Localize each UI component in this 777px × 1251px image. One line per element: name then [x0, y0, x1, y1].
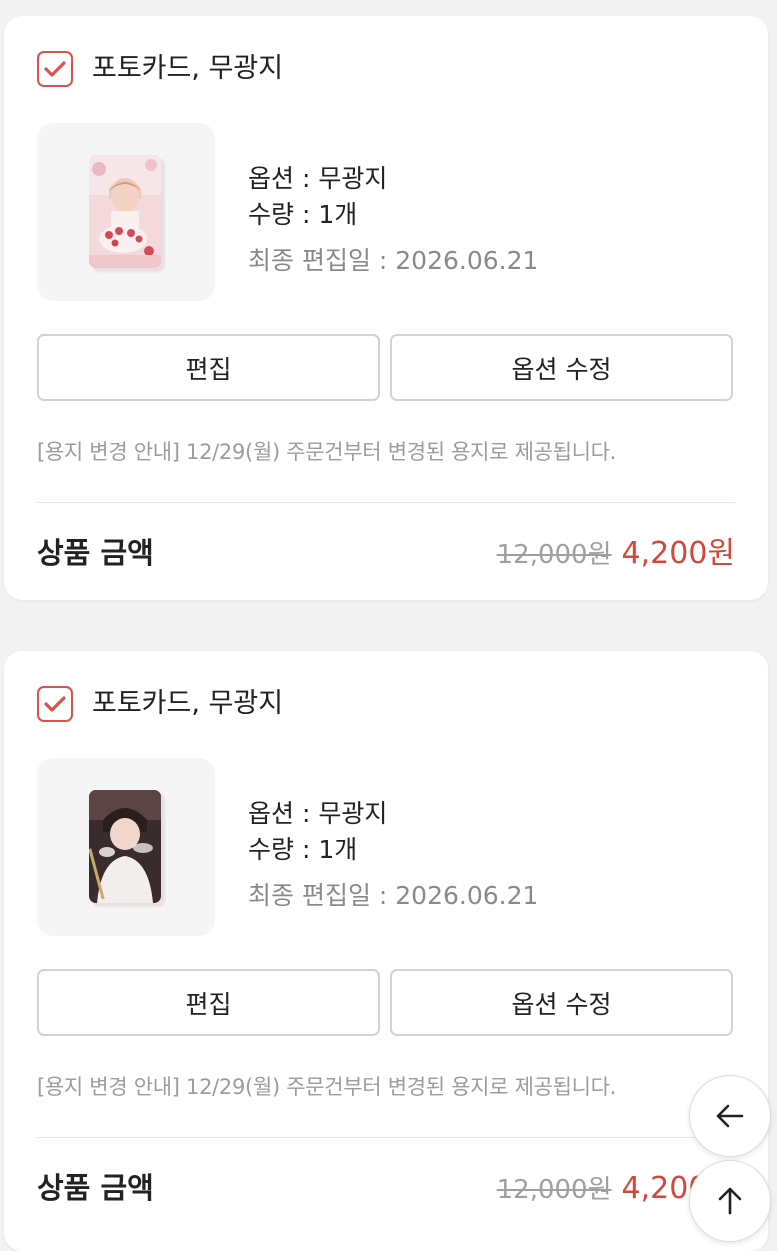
photocard-image	[89, 790, 161, 903]
last-edit-date: 최종 편집일 : 2026.06.21	[248, 246, 539, 275]
price-label: 상품 금액	[37, 1171, 154, 1205]
paper-change-notice: [용지 변경 안내] 12/29(월) 주문건부터 변경된 용지로 제공됩니다.	[37, 1075, 617, 1099]
edit-button[interactable]: 편집	[37, 334, 380, 401]
option-edit-button[interactable]: 옵션 수정	[390, 969, 733, 1036]
product-info: 옵션 : 무광지 수량 : 1개 최종 편집일 : 2026.06.21	[248, 796, 538, 914]
product-title: 포토카드, 무광지	[92, 688, 284, 719]
price-group: 12,000원 4,200원	[497, 528, 735, 572]
select-checkbox[interactable]	[37, 686, 73, 722]
arrow-left-icon	[716, 1104, 744, 1128]
option-text: 옵션 : 무광지	[248, 164, 388, 193]
quantity-text: 수량 : 1개	[248, 200, 358, 229]
photocard-image	[89, 155, 161, 268]
product-thumbnail[interactable]	[37, 123, 215, 301]
arrow-up-icon	[718, 1187, 742, 1215]
edit-button[interactable]: 편집	[37, 969, 380, 1036]
original-price: 12,000원	[496, 540, 612, 570]
paper-change-notice: [용지 변경 안내] 12/29(월) 주문건부터 변경된 용지로 제공됩니다.	[37, 440, 617, 464]
cart-item-card: 포토카드, 무광지 옵션 : 무광지 수량: 1개 최종 편집일: 2026…	[4, 16, 768, 600]
original-price: 12,000원	[496, 1175, 612, 1205]
back-button[interactable]	[689, 1075, 771, 1157]
sale-price: 4,200원	[621, 536, 735, 571]
cart-item-card: 포토카드, 무광지 옵션 : 무광지 수량 : 1개 최종 편집일 : 2026…	[4, 651, 768, 1251]
product-thumbnail[interactable]	[37, 758, 215, 936]
product-info: 옵션 : 무광지 수량 : 1개 최종 편집일 : 2026.06.21	[248, 161, 538, 279]
check-icon	[44, 61, 66, 77]
option-text: 옵션 : 무광지	[248, 799, 388, 828]
select-checkbox[interactable]	[37, 51, 73, 87]
divider	[37, 1137, 735, 1138]
quantity-text: 수량 : 1개	[248, 835, 358, 864]
price-label: 상품 금액	[37, 536, 154, 570]
last-edit-date: 최종 편집일 : 2026.06.21	[248, 881, 539, 910]
option-edit-button[interactable]: 옵션 수정	[390, 334, 733, 401]
check-icon	[44, 696, 66, 712]
divider	[37, 502, 735, 503]
product-title: 포토카드, 무광지	[92, 53, 284, 84]
scroll-top-button[interactable]	[689, 1160, 771, 1242]
